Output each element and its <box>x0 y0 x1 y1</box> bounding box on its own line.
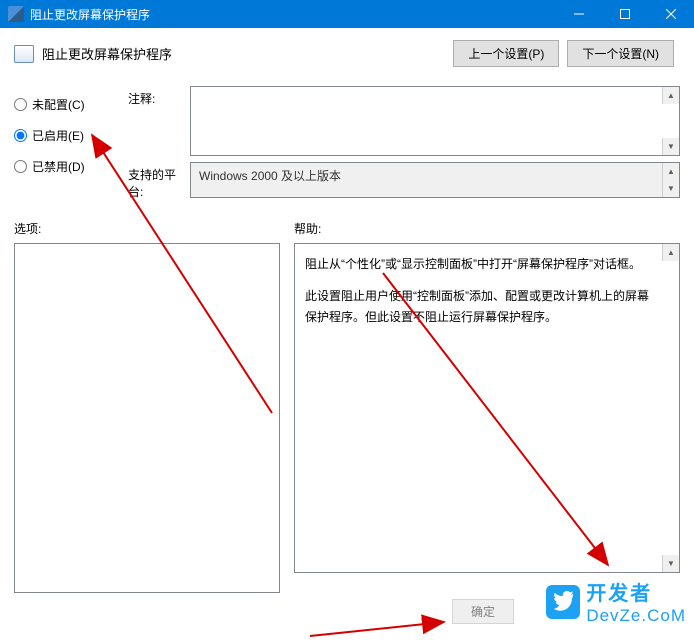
header-row: 阻止更改屏幕保护程序 上一个设置(P) 下一个设置(N) <box>0 28 694 78</box>
ok-button[interactable]: 确定 <box>452 599 514 624</box>
radio-group: 未配置(C) 已启用(E) 已禁用(D) <box>14 86 114 206</box>
comment-label: 注释: <box>128 86 190 107</box>
window-title: 阻止更改屏幕保护程序 <box>30 6 556 23</box>
radio-disabled[interactable]: 已禁用(D) <box>14 158 114 175</box>
scroll-up-icon[interactable]: ▲ <box>662 244 679 261</box>
next-setting-button[interactable]: 下一个设置(N) <box>567 40 674 67</box>
radio-enabled[interactable]: 已启用(E) <box>14 127 114 144</box>
help-panel: 阻止从“个性化”或“显示控制面板”中打开“屏幕保护程序”对话框。 此设置阻止用户… <box>294 243 680 573</box>
watermark-brand: 开发者 <box>586 577 686 606</box>
close-button[interactable] <box>648 0 694 28</box>
options-label: 选项: <box>14 220 280 237</box>
watermark-domain: DevZe.CoM <box>586 606 686 626</box>
scroll-down-icon[interactable]: ▼ <box>662 138 679 155</box>
minimize-button[interactable] <box>556 0 602 28</box>
app-icon <box>8 6 24 22</box>
comment-textarea[interactable]: ▲ ▼ <box>190 86 680 156</box>
watermark: 开发者 DevZe.CoM <box>546 577 686 626</box>
scroll-up-icon[interactable]: ▲ <box>662 163 679 180</box>
platform-label: 支持的平台: <box>128 162 190 200</box>
scroll-down-icon[interactable]: ▼ <box>662 180 679 197</box>
window-controls <box>556 0 694 28</box>
twitter-icon <box>546 585 580 619</box>
help-paragraph: 此设置阻止用户使用“控制面板”添加、配置或更改计算机上的屏幕保护程序。但此设置不… <box>305 286 653 327</box>
scroll-up-icon[interactable]: ▲ <box>662 87 679 104</box>
platform-box: Windows 2000 及以上版本 ▲ ▼ <box>190 162 680 198</box>
platform-value: Windows 2000 及以上版本 <box>199 169 341 183</box>
policy-title: 阻止更改屏幕保护程序 <box>42 44 453 63</box>
options-panel <box>14 243 280 593</box>
help-paragraph: 阻止从“个性化”或“显示控制面板”中打开“屏幕保护程序”对话框。 <box>305 254 653 274</box>
maximize-button[interactable] <box>602 0 648 28</box>
radio-not-configured[interactable]: 未配置(C) <box>14 96 114 113</box>
policy-icon <box>14 45 34 63</box>
title-bar: 阻止更改屏幕保护程序 <box>0 0 694 28</box>
help-label: 帮助: <box>294 220 680 237</box>
scroll-down-icon[interactable]: ▼ <box>662 555 679 572</box>
previous-setting-button[interactable]: 上一个设置(P) <box>453 40 559 67</box>
